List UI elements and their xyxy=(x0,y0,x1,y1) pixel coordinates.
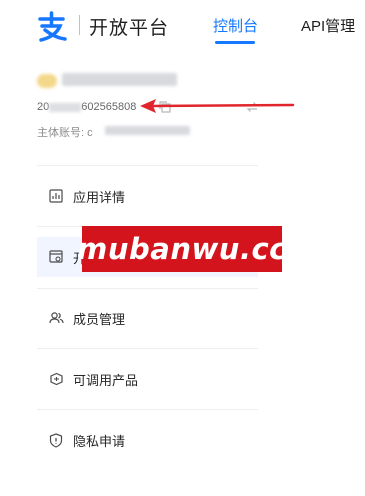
tab-api-management[interactable]: API管理 xyxy=(301,15,355,36)
menu-label: 成员管理 xyxy=(73,311,126,327)
app-id-prefix: 20 xyxy=(37,101,50,113)
owner-account-redacted xyxy=(105,126,190,135)
owner-account: 主体账号: c xyxy=(37,124,93,140)
alipay-logo-icon[interactable] xyxy=(36,10,68,42)
menu-divider xyxy=(37,348,258,349)
app-name-redacted xyxy=(62,73,177,86)
menu-item-app-details[interactable]: 应用详情 xyxy=(37,176,258,216)
app-id-redacted xyxy=(49,102,82,112)
menu-item-privacy-application[interactable]: 隐私申请 xyxy=(37,420,258,460)
app-avatar xyxy=(37,74,57,88)
tab-console[interactable]: 控制台 xyxy=(213,15,258,36)
active-tab-indicator xyxy=(215,41,255,44)
shield-icon xyxy=(48,432,64,448)
menu-divider xyxy=(37,409,258,410)
menu-divider xyxy=(37,165,258,166)
package-icon xyxy=(48,371,64,387)
menu-item-available-products[interactable]: 可调用产品 xyxy=(37,359,258,399)
menu-divider xyxy=(37,288,258,289)
menu-label: 应用详情 xyxy=(73,189,126,205)
document-chart-icon xyxy=(48,188,64,204)
menu-label: 可调用产品 xyxy=(73,372,139,388)
owner-account-label: 主体账号: c xyxy=(37,127,93,139)
app-id: 20 602565808 xyxy=(37,101,136,113)
menu-item-member-management[interactable]: 成员管理 xyxy=(37,298,258,338)
watermark-banner: mubanwu.cc xyxy=(77,226,286,272)
logo-divider xyxy=(79,15,80,35)
top-navigation-bar: 开放平台 控制台 API管理 xyxy=(0,0,365,60)
app-id-suffix: 602565808 xyxy=(81,101,137,113)
brand-title: 开放平台 xyxy=(89,18,170,39)
users-icon xyxy=(48,310,64,326)
annotation-arrow xyxy=(140,99,295,113)
menu-label: 隐私申请 xyxy=(73,433,126,449)
watermark-text: mubanwu.cc xyxy=(77,232,287,266)
browser-settings-icon xyxy=(48,249,64,265)
